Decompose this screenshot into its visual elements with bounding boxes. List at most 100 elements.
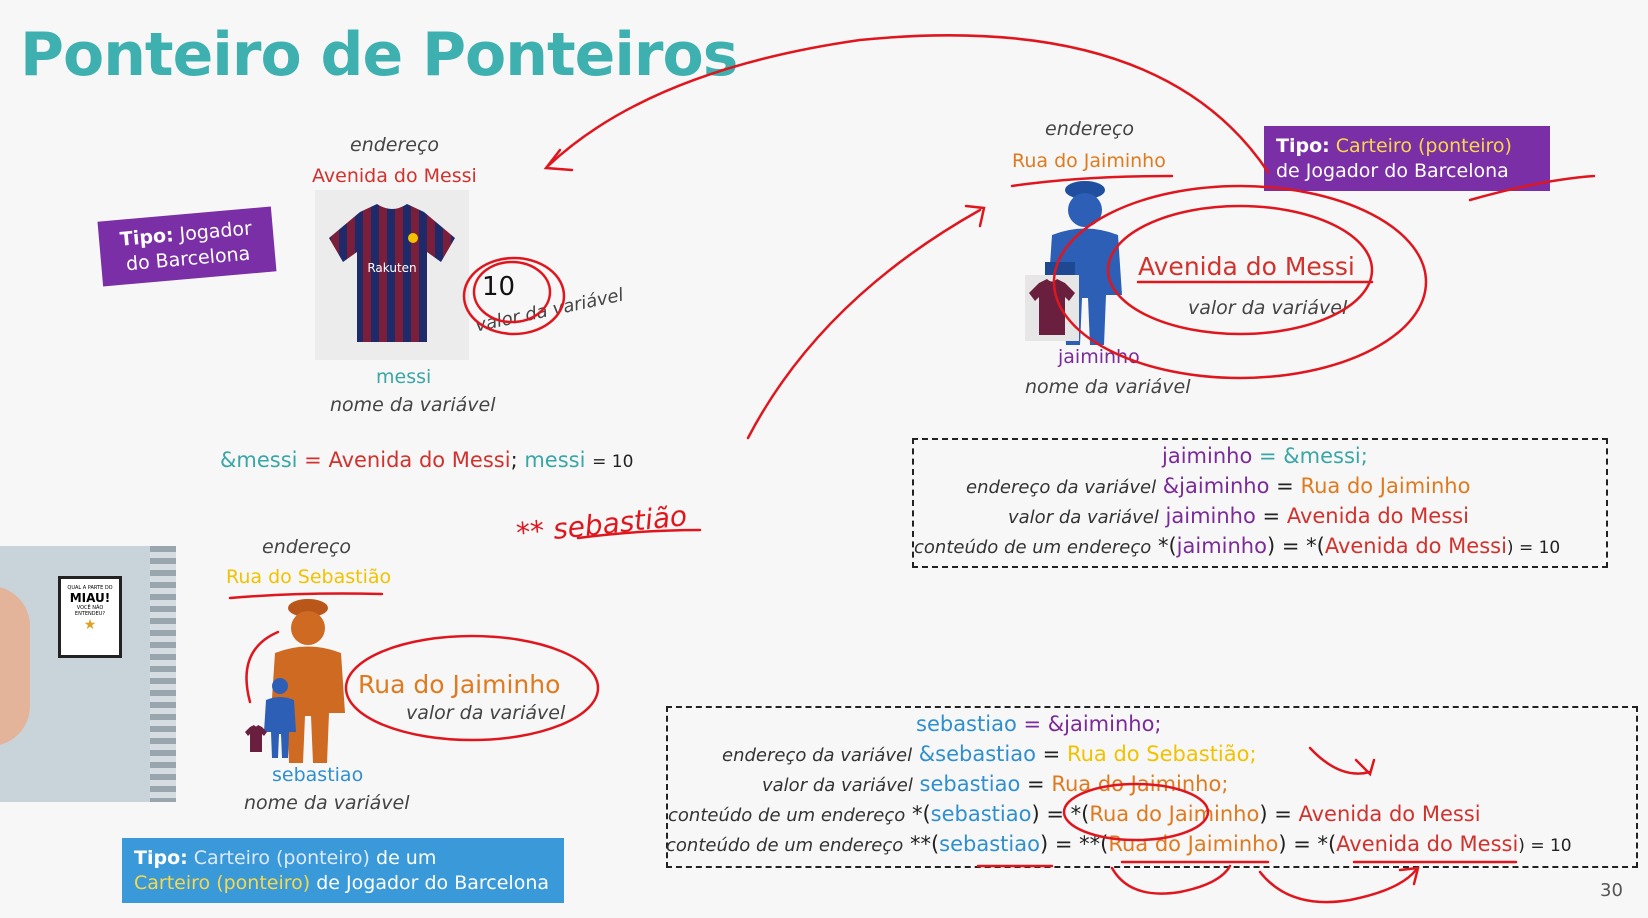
code-value: Avenida do Messi bbox=[1286, 504, 1469, 528]
code-star: *( bbox=[911, 802, 931, 826]
type-rest: de Jogador do Barcelona bbox=[316, 871, 550, 894]
code-value: Avenida do Messi bbox=[1324, 534, 1507, 558]
sebastiao-var-name: sebastiao bbox=[272, 764, 364, 786]
code-var: sebastiao bbox=[916, 712, 1017, 736]
code-var: jaiminho bbox=[1165, 504, 1256, 528]
messi-var-name: messi bbox=[376, 366, 432, 388]
code-end: ) = 10 bbox=[1518, 836, 1572, 856]
barcelona-jersey-image: Rakuten bbox=[315, 190, 469, 360]
code-caption: conteúdo de um endereço bbox=[666, 835, 904, 856]
code-eq: = bbox=[1276, 474, 1294, 498]
expr-messi-var: messi bbox=[524, 448, 586, 472]
jaiminho-address-caption: endereço bbox=[1045, 118, 1135, 140]
expr-messi-value: = 10 bbox=[592, 452, 634, 472]
jaiminho-var-name: jaiminho bbox=[1058, 346, 1140, 368]
ink-loop-arrow-1 bbox=[1110, 864, 1232, 895]
code-mid: ) = *( bbox=[1031, 802, 1090, 826]
code-mid: ) = *( bbox=[1266, 534, 1325, 558]
jaiminho-value-text: Avenida do Messi bbox=[1138, 252, 1355, 281]
expr-address-of-messi: &messi bbox=[220, 448, 298, 472]
person-silhouette bbox=[0, 586, 30, 746]
type-mid: de um bbox=[376, 847, 437, 869]
code-rest: = &jaiminho; bbox=[1023, 712, 1162, 736]
jaiminho-var-caption: nome da variável bbox=[1025, 376, 1191, 398]
sebastiao-address-caption: endereço bbox=[262, 536, 352, 558]
code-star: *( bbox=[1157, 534, 1177, 558]
type-highlight: Carteiro (ponteiro) bbox=[1335, 135, 1512, 157]
code-mid-2: ) = bbox=[1259, 802, 1299, 826]
jaiminho-code-line-2: endereço da variável &jaiminho = Rua do … bbox=[966, 474, 1470, 498]
tiny-jersey-image bbox=[244, 724, 268, 754]
code-eq: = bbox=[1262, 504, 1281, 528]
messi-var-caption: nome da variável bbox=[330, 394, 496, 416]
poster-line-3: VOCÊ NÃO ENTENDEU? bbox=[74, 605, 106, 617]
poster-line-2: MIAU! bbox=[69, 591, 111, 605]
messi-value-number: 10 bbox=[482, 272, 516, 302]
code-var: sebastiao bbox=[919, 772, 1021, 796]
window-blinds bbox=[150, 546, 176, 802]
sebastiao-code-line-2: endereço da variável &sebastiao = Rua do… bbox=[722, 742, 1257, 766]
code-value: Rua do Sebastião; bbox=[1066, 742, 1257, 766]
code-mid: ) = **( bbox=[1039, 832, 1109, 856]
code-value: Rua do Jaiminho bbox=[1089, 802, 1260, 826]
jaiminho-code-line-3: valor da variável jaiminho = Avenida do … bbox=[1008, 504, 1469, 528]
webcam-feed: QUAL A PARTE DO MIAU! VOCÊ NÃO ENTENDEU?… bbox=[0, 546, 176, 802]
code-caption: conteúdo de um endereço bbox=[914, 537, 1152, 558]
code-caption: conteúdo de um endereço bbox=[668, 805, 906, 826]
type-prefix: Tipo: bbox=[134, 847, 188, 869]
code-var: sebastiao bbox=[930, 802, 1032, 826]
sebastiao-address-value: Rua do Sebastião bbox=[226, 566, 392, 588]
ink-arrowhead-jaiminho bbox=[964, 204, 986, 228]
code-value-2: Avenida do Messi bbox=[1298, 802, 1481, 826]
type-label-sebastiao: Tipo: Carteiro (ponteiro) de um Carteiro… bbox=[122, 838, 564, 904]
code-mid-2: ) = *( bbox=[1278, 832, 1337, 856]
expr-address-value: Avenida do Messi bbox=[328, 448, 511, 472]
jaiminho-value-caption: valor da variável bbox=[1188, 297, 1348, 319]
ink-arrowhead-loop-2 bbox=[1398, 866, 1420, 886]
code-value: Rua do Jaiminho bbox=[1300, 474, 1471, 498]
sebastiao-value-text: Rua do Jaiminho bbox=[358, 670, 561, 699]
sebastiao-code-line-3: valor da variável sebastiao = Rua do Jai… bbox=[762, 772, 1228, 796]
type-prefix: Tipo: bbox=[1276, 135, 1330, 157]
expr-separator: ; bbox=[510, 448, 518, 472]
jaiminho-code-line-1: jaiminho = &messi; bbox=[1162, 444, 1368, 468]
ink-arrow-to-jaiminho bbox=[746, 208, 982, 440]
jaiminho-code-line-4: conteúdo de um endereço *(jaiminho) = *(… bbox=[914, 534, 1560, 558]
jaiminho-address-value: Rua do Jaiminho bbox=[1012, 150, 1166, 172]
sebastiao-var-caption: nome da variável bbox=[244, 792, 410, 814]
page-number: 30 bbox=[1600, 880, 1623, 901]
code-var: jaiminho bbox=[1162, 444, 1253, 468]
type-prefix: Tipo: bbox=[119, 224, 175, 251]
sebastiao-code-line-5: conteúdo de um endereço **(sebastiao) = … bbox=[666, 832, 1572, 856]
code-rest: = &messi; bbox=[1258, 444, 1368, 468]
cat-icon: ★ bbox=[83, 617, 97, 633]
ink-loop-arrow-2 bbox=[1258, 868, 1418, 904]
sebastiao-value-caption: valor da variável bbox=[406, 702, 566, 724]
code-eq: = bbox=[1042, 742, 1061, 766]
code-caption: endereço da variável bbox=[966, 477, 1157, 498]
messi-address-caption: endereço bbox=[350, 134, 440, 156]
messi-address-value: Avenida do Messi bbox=[312, 165, 477, 187]
code-caption: valor da variável bbox=[1008, 507, 1159, 528]
code-var: jaiminho bbox=[1176, 534, 1267, 558]
type-label-messi: Tipo: Jogador do Barcelona bbox=[97, 206, 277, 287]
type-highlight-1: Carteiro (ponteiro) bbox=[193, 847, 370, 869]
expr-equals: = bbox=[304, 448, 322, 472]
type-label-jaiminho: Tipo: Carteiro (ponteiro) de Jogador do … bbox=[1264, 126, 1550, 192]
code-value: Rua do Jaiminho; bbox=[1051, 772, 1229, 796]
code-var: &sebastiao bbox=[918, 742, 1036, 766]
sebastiao-code-line-1: sebastiao = &jaiminho; bbox=[916, 712, 1162, 736]
code-var: &jaiminho bbox=[1162, 474, 1270, 498]
code-value: Rua do Jaiminho bbox=[1108, 832, 1279, 856]
messi-expression: &messi = Avenida do Messi; messi = 10 bbox=[220, 448, 633, 472]
type-rest: de Jogador do Barcelona bbox=[1276, 159, 1509, 182]
miau-poster: QUAL A PARTE DO MIAU! VOCÊ NÃO ENTENDEU?… bbox=[58, 576, 122, 658]
code-star: **( bbox=[909, 832, 940, 856]
code-end: ) = 10 bbox=[1506, 538, 1561, 558]
code-var: sebastiao bbox=[939, 832, 1040, 856]
handwritten-sebastiao-note: ** sebastião bbox=[514, 499, 689, 550]
slide-title: Ponteiro de Ponteiros bbox=[20, 20, 738, 90]
sebastiao-code-line-4: conteúdo de um endereço *(sebastiao) = *… bbox=[668, 802, 1481, 826]
ink-arrowhead-messi bbox=[543, 148, 574, 172]
small-jersey-image bbox=[1025, 275, 1079, 341]
